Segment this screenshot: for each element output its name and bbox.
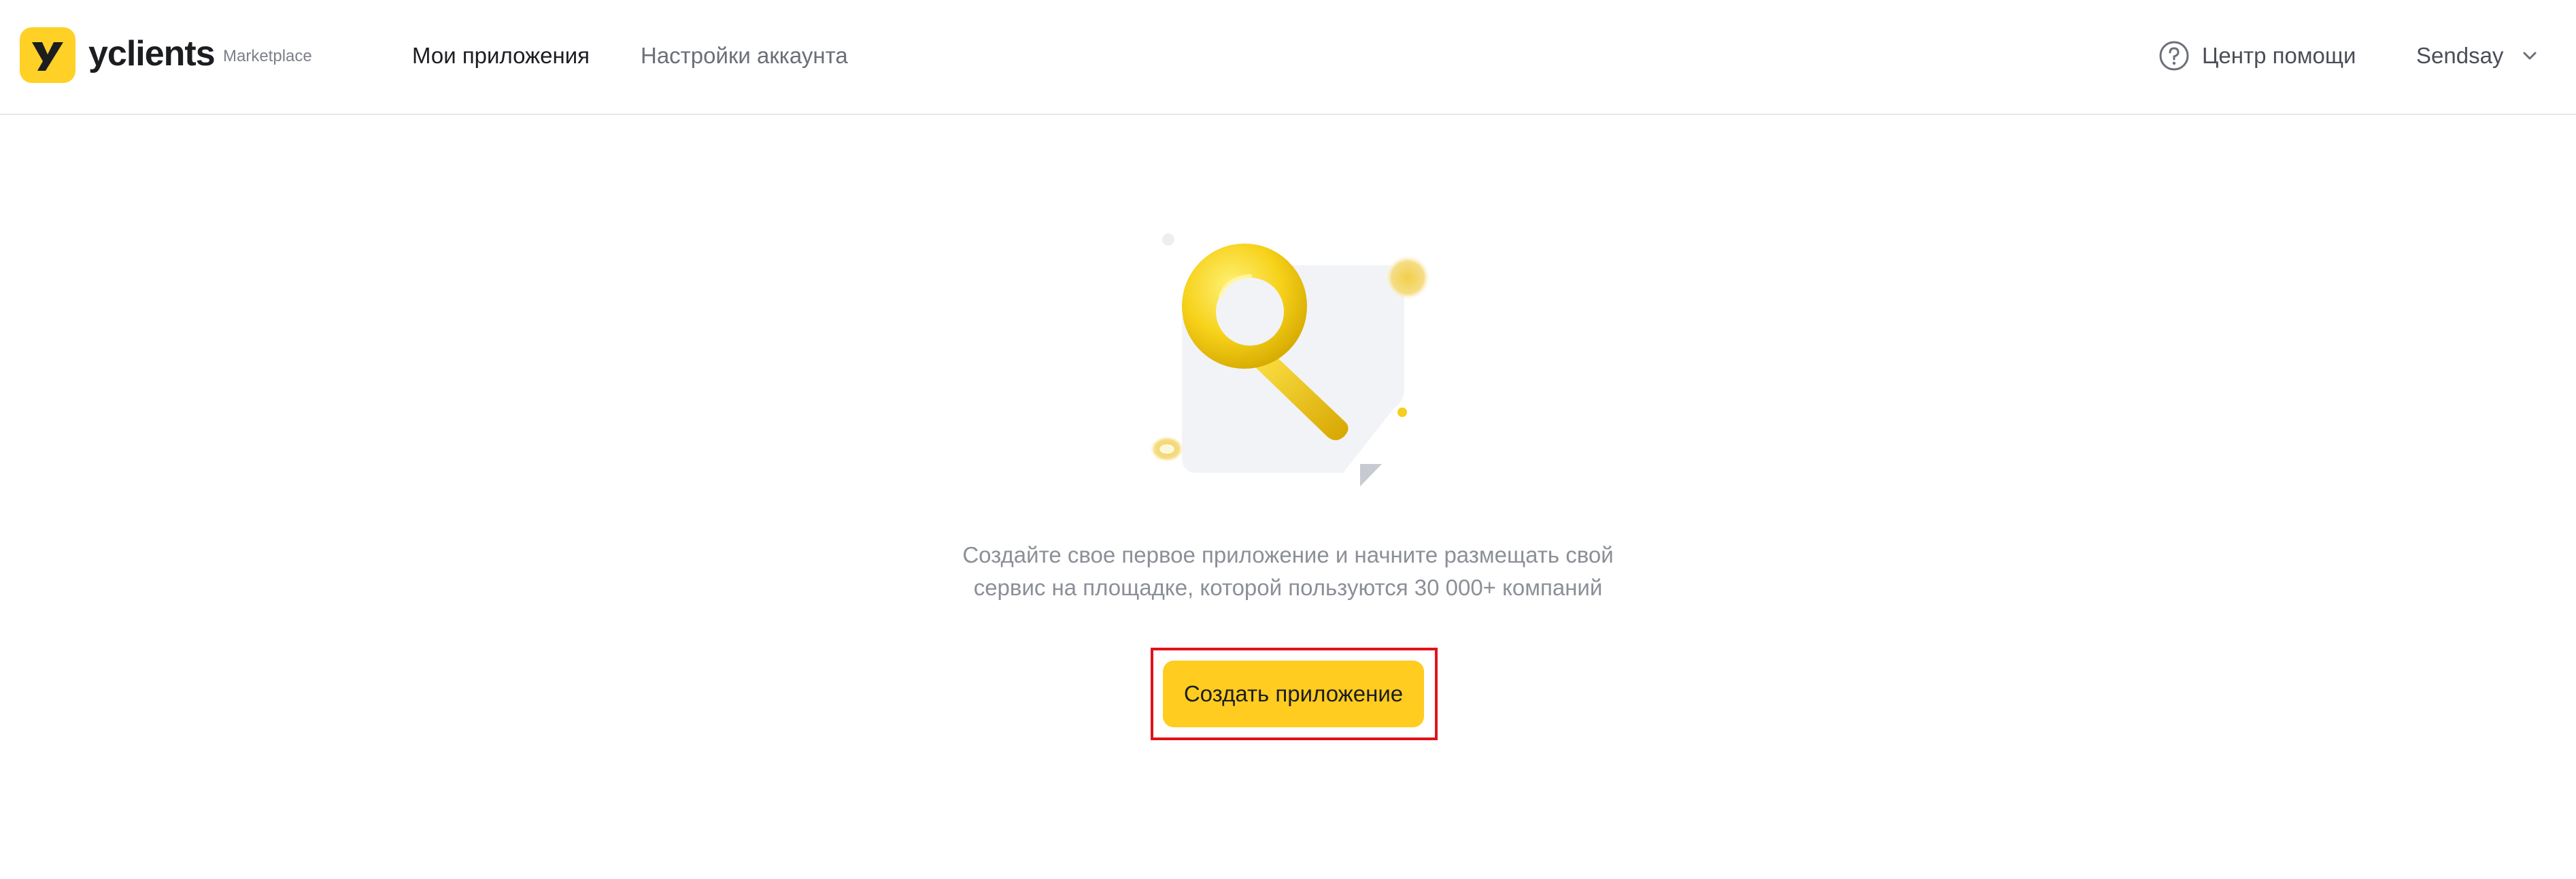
create-app-button[interactable]: Создать приложение: [1163, 661, 1424, 727]
brand-subtitle: Marketplace: [223, 47, 312, 65]
user-name: Sendsay: [2416, 43, 2504, 68]
empty-state-message: Создайте свое первое приложение и начнит…: [880, 539, 1696, 604]
help-center-label: Центр помощи: [2202, 43, 2356, 68]
empty-state-line-1: Создайте свое первое приложение и начнит…: [962, 542, 1614, 567]
yclients-logo-icon[interactable]: [20, 27, 75, 83]
magnifier-illustration: [1142, 225, 1442, 497]
question-circle-icon: [2159, 41, 2189, 71]
brand-name: yclients: [88, 34, 216, 73]
nav-account-settings[interactable]: Настройки аккаунта: [641, 41, 848, 71]
top-header: yclients Marketplace Мои приложения Наст…: [0, 0, 2576, 115]
help-center-link[interactable]: Центр помощи: [2158, 38, 2356, 73]
empty-state-line-2: сервис на площадке, которой пользуются 3…: [973, 575, 1603, 600]
user-menu[interactable]: Sendsay: [2416, 38, 2539, 73]
chevron-down-icon: [2523, 52, 2537, 60]
nav-my-apps[interactable]: Мои приложения: [412, 41, 590, 71]
